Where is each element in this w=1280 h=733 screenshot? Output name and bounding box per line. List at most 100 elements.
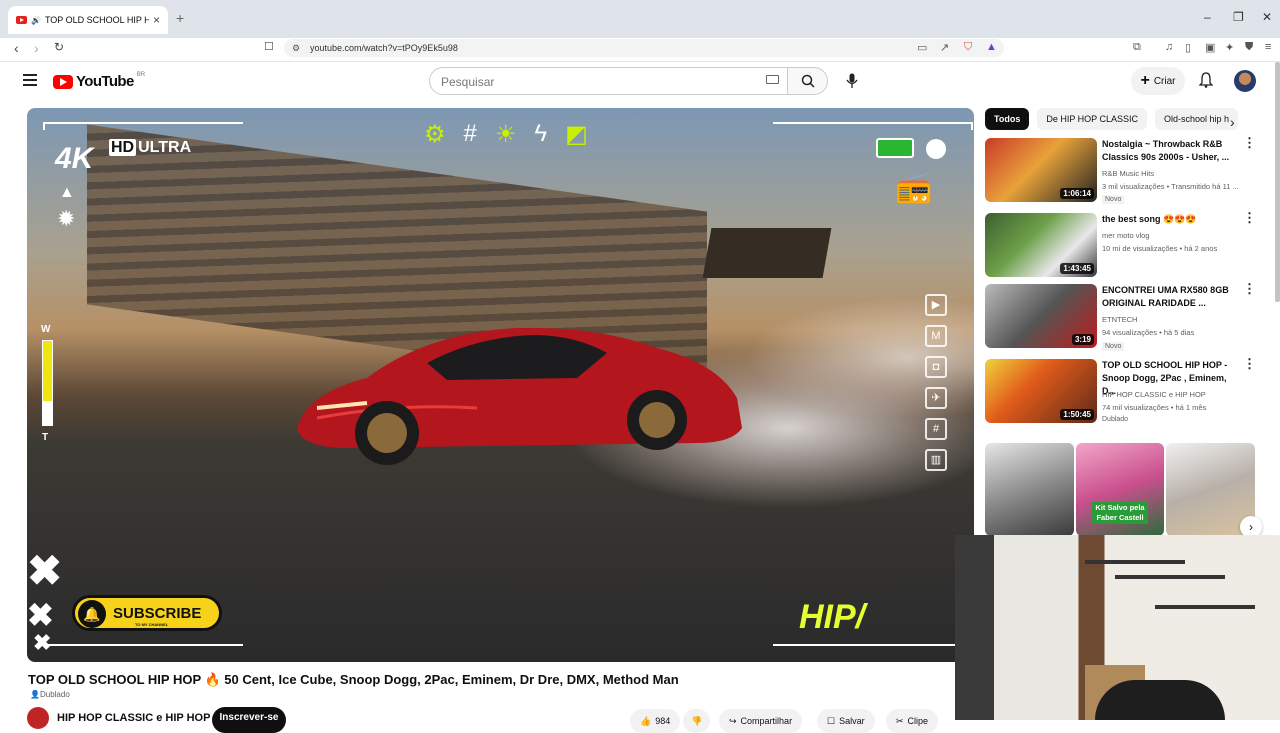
notifications-bell-icon[interactable] [1198, 72, 1214, 93]
youtube-logo[interactable]: YouTube BR [53, 72, 145, 90]
share-page-icon[interactable]: ↗ [940, 41, 949, 54]
user-avatar[interactable] [1234, 70, 1256, 92]
youtube-favicon-icon [16, 16, 27, 24]
browser-menu-icon[interactable]: ≡ [1265, 41, 1271, 53]
wallet-icon[interactable]: ▣ [1205, 41, 1215, 54]
thumbs-down-icon: 👎 [691, 715, 703, 726]
clip-button[interactable]: ✂ Clipe [886, 709, 939, 733]
running-icon: ✈ [925, 387, 947, 409]
more-options-icon[interactable]: ⋮ [1243, 282, 1256, 295]
more-options-icon[interactable]: ⋮ [1243, 357, 1256, 370]
new-badge: Novo [1102, 342, 1125, 351]
duration-badge: 1:43:45 [1060, 263, 1094, 274]
recommendation-title[interactable]: the best song 😍😍😍 [1102, 213, 1232, 226]
channel-avatar[interactable] [27, 707, 49, 729]
dislike-button[interactable]: 👎 [683, 709, 711, 733]
recommendation-item[interactable]: 1:43:45 the best song 😍😍😍 mer moto vlog … [985, 211, 1260, 283]
zoom-level-bar [42, 340, 53, 426]
search-icon [801, 74, 815, 88]
zoom-w-label: W [41, 324, 51, 335]
search-button[interactable] [787, 67, 828, 95]
camera-icon: ◘ [925, 356, 947, 378]
video-thumbnail[interactable]: 1:06:14 [985, 138, 1097, 202]
minimize-button[interactable]: – [1204, 10, 1211, 24]
create-button[interactable]: + Criar [1131, 67, 1185, 95]
more-options-icon[interactable]: ⋮ [1243, 211, 1256, 224]
share-icon: ↪ [729, 715, 737, 726]
back-icon[interactable]: ‹ [14, 40, 19, 56]
chip-old-school[interactable]: Old-school hip h [1155, 108, 1239, 130]
close-window-button[interactable]: ✕ [1262, 10, 1272, 24]
recommendation-channel[interactable]: R&B Music Hits [1102, 169, 1154, 178]
recommendation-title[interactable]: ENCONTREI UMA RX580 8GB ORIGINAL RARIDAD… [1102, 284, 1232, 310]
mode-icon: M [925, 325, 947, 347]
url-field[interactable]: ⚙ youtube.com/watch?v=tPOy9Ek5u98 [284, 39, 1004, 57]
site-info-icon[interactable]: ⚙ [292, 43, 300, 54]
logo-text: YouTube [76, 73, 134, 90]
close-tab-icon[interactable]: × [153, 13, 160, 27]
more-options-icon[interactable]: ⋮ [1243, 136, 1256, 149]
subscribe-button[interactable]: Inscrever-se [212, 707, 286, 733]
brave-shield-icon[interactable]: ⛉ [964, 41, 972, 54]
webcam-overlay [955, 535, 1280, 720]
scrollbar[interactable] [1275, 62, 1280, 302]
frame-grid-icon: # [925, 418, 947, 440]
video-thumbnail[interactable]: 1:43:45 [985, 213, 1097, 277]
sidebar-toggle-icon[interactable]: ▯ [1185, 41, 1191, 54]
play-icon: ▶ [925, 294, 947, 316]
plus-icon: + [1140, 72, 1150, 89]
recommendation-meta: 74 mil visualizações • há 1 mês [1102, 403, 1207, 412]
forward-icon[interactable]: › [34, 40, 39, 56]
keyboard-icon[interactable] [766, 75, 779, 84]
reload-icon[interactable]: ↻ [54, 40, 64, 54]
night-mode-icon [926, 139, 946, 159]
recommendation-channel[interactable]: mer moto vlog [1102, 231, 1150, 240]
trash-icon: ▥ [925, 449, 947, 471]
short-caption: Kit Salvo pela Faber Castell [1092, 502, 1148, 524]
channel-name[interactable]: HIP HOP CLASSIC e HIP HOP [57, 712, 210, 724]
recommendation-item[interactable]: 3:19 ENCONTREI UMA RX580 8GB ORIGINAL RA… [985, 282, 1260, 354]
duration-badge: 3:19 [1071, 334, 1094, 345]
new-tab-button[interactable]: + [176, 10, 184, 26]
hamburger-menu-icon[interactable] [23, 74, 37, 86]
scissors-icon: ✂ [896, 715, 904, 726]
4k-badge: 4K [55, 142, 94, 175]
recommendation-item[interactable]: 1:50:45 TOP OLD SCHOOL HIP HOP - Snoop D… [985, 357, 1260, 429]
zoom-t-label: T [42, 432, 49, 443]
short-thumbnail[interactable] [985, 443, 1074, 536]
recommendation-item[interactable]: 1:06:14 Nostalgia ~ Throwback R&B Classi… [985, 136, 1260, 208]
audio-track-icon: 👤 [30, 690, 40, 699]
vpn-icon[interactable]: ⛊ [1245, 41, 1253, 54]
browser-tab[interactable]: 🔊 TOP OLD SCHOOL HIP HOP × [8, 6, 168, 34]
recommendation-channel[interactable]: HIP HOP CLASSIC e HIP HOP [1102, 390, 1206, 399]
extension-icon[interactable]: ⧉ [1133, 41, 1141, 54]
leo-icon[interactable]: ✦ [1225, 41, 1234, 54]
url-text: youtube.com/watch?v=tPOy9Ek5u98 [310, 43, 458, 53]
tower-scene [702, 228, 832, 278]
bookmark-icon[interactable]: ☐ [264, 40, 274, 53]
recommendation-title[interactable]: Nostalgia ~ Throwback R&B Classics 90s 2… [1102, 138, 1232, 164]
create-label: Criar [1153, 75, 1176, 87]
recommendation-channel[interactable]: ETNTECH [1102, 315, 1137, 324]
camera-hud-icons: ⚙ # ☀ ϟ ◩ [424, 120, 588, 149]
x-mark-icon: ✖ [27, 547, 63, 594]
save-button[interactable]: ☐ Salvar [817, 709, 875, 733]
thumbs-up-icon: 👍 [640, 715, 652, 726]
video-player[interactable]: 4K HD ULTRA ▲ ✹ ⚙ # ☀ ϟ ◩ 📻 W T ▶ M ◘ ✈ #… [27, 108, 974, 662]
video-thumbnail[interactable]: 3:19 [985, 284, 1097, 348]
x-mark-icon: ✖ [27, 597, 54, 633]
cast-icon[interactable]: ▭ [917, 41, 927, 54]
search-input[interactable]: Pesquisar [429, 67, 788, 95]
chip-hip-hop-classic[interactable]: De HIP HOP CLASSIC [1037, 108, 1148, 130]
speaker-icon[interactable]: 🔊 [31, 16, 41, 25]
share-button[interactable]: ↪ Compartilhar [719, 709, 803, 733]
like-button[interactable]: 👍 984 [630, 709, 681, 733]
media-icon[interactable]: ♫ [1165, 41, 1173, 53]
maximize-button[interactable]: ❐ [1233, 10, 1244, 24]
chip-all[interactable]: Todos [985, 108, 1030, 130]
voice-search-button[interactable] [839, 68, 865, 94]
rewards-icon[interactable]: ▲ [986, 41, 997, 53]
chevron-right-icon[interactable]: › [1230, 114, 1235, 130]
recommendation-meta: 3 mil visualizações • Transmitido há 11 … [1102, 182, 1239, 191]
video-thumbnail[interactable]: 1:50:45 [985, 359, 1097, 423]
